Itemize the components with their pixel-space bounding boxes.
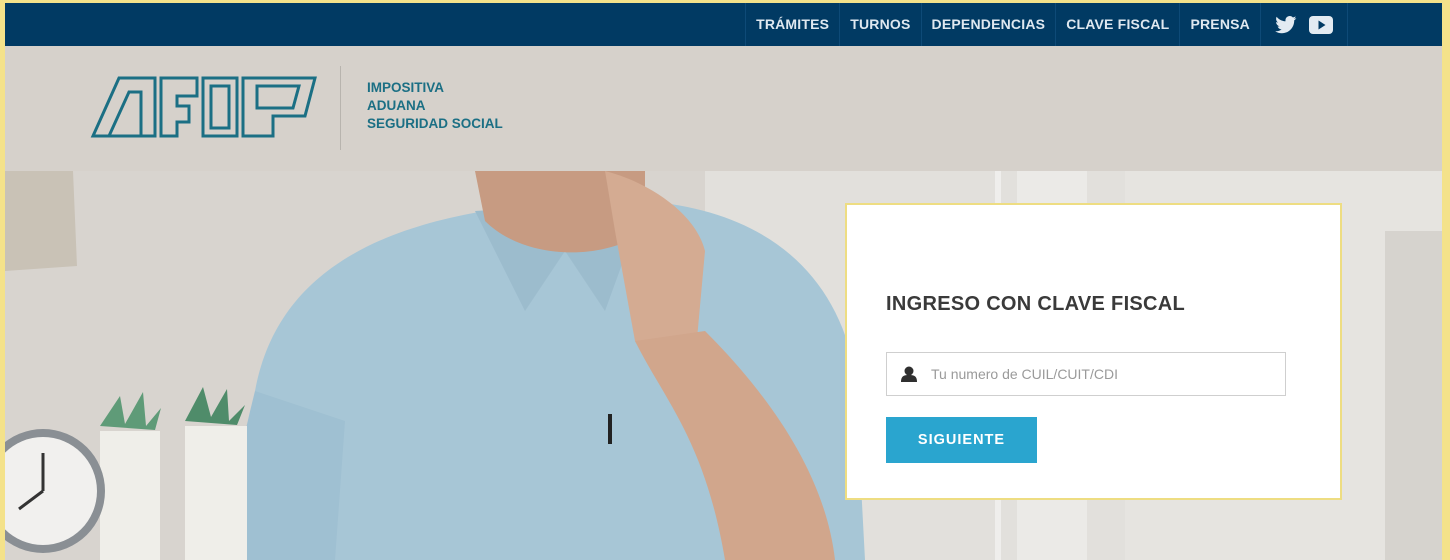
youtube-icon[interactable] [1309,15,1333,34]
twitter-icon[interactable] [1275,15,1297,34]
page-frame: TRÁMITES TURNOS DEPENDENCIAS CLAVE FISCA… [5,3,1442,560]
nav-item-turnos[interactable]: TURNOS [840,3,922,46]
login-card: INGRESO CON CLAVE FISCAL SIGUIENTE [845,203,1342,500]
cuit-input-wrapper[interactable] [886,352,1286,396]
top-nav: TRÁMITES TURNOS DEPENDENCIAS CLAVE FISCA… [745,3,1348,46]
nav-item-prensa[interactable]: PRENSA [1180,3,1261,46]
siguiente-button[interactable]: SIGUIENTE [886,417,1037,463]
tagline-line: SEGURIDAD SOCIAL [367,116,503,131]
logo-divider [340,66,341,150]
afip-logo[interactable] [89,72,319,145]
tagline-line: IMPOSITIVA [367,80,445,95]
social-links [1261,3,1348,46]
tagline-line: ADUANA [367,98,426,113]
agency-tagline: IMPOSITIVA ADUANA SEGURIDAD SOCIAL [367,79,503,133]
top-navigation-bar: TRÁMITES TURNOS DEPENDENCIAS CLAVE FISCA… [5,3,1442,46]
user-icon [887,366,931,382]
site-header: IMPOSITIVA ADUANA SEGURIDAD SOCIAL [5,46,1442,172]
nav-item-clave-fiscal[interactable]: CLAVE FISCAL [1056,3,1181,46]
login-title: INGRESO CON CLAVE FISCAL [886,293,1186,315]
nav-item-tramites[interactable]: TRÁMITES [745,3,841,46]
cuit-input[interactable] [931,354,1285,394]
nav-item-dependencias[interactable]: DEPENDENCIAS [922,3,1057,46]
